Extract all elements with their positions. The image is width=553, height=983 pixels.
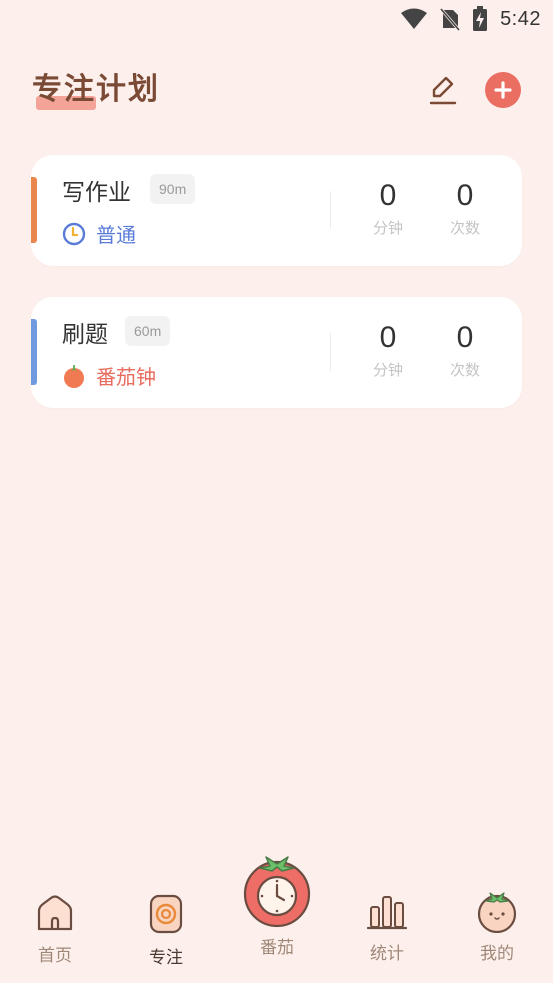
nav-item-focus[interactable]: 专注 bbox=[126, 893, 206, 968]
plus-icon bbox=[494, 81, 512, 99]
plan-card[interactable]: 刷题 60m 番茄钟 0 分钟 0 次数 bbox=[31, 297, 522, 408]
plan-card[interactable]: 写作业 90m 普通 0 分钟 0 次数 bbox=[31, 155, 522, 266]
page-title: 专注计划 bbox=[32, 68, 160, 112]
plan-duration-badge: 90m bbox=[150, 174, 196, 204]
profile-icon bbox=[477, 892, 517, 933]
header: 专注计划 bbox=[32, 68, 521, 112]
count-value: 0 bbox=[456, 179, 474, 212]
minutes-stat: 0 分钟 bbox=[358, 177, 418, 238]
card-divider bbox=[330, 191, 331, 229]
count-label: 次数 bbox=[449, 219, 480, 237]
wifi-icon bbox=[401, 8, 428, 29]
add-plan-button[interactable] bbox=[485, 72, 521, 108]
status-bar: 5:42 bbox=[0, 0, 553, 40]
nav-item-profile[interactable]: 我的 bbox=[457, 889, 537, 964]
minutes-stat: 0 分钟 bbox=[358, 319, 418, 380]
nav-label-stats: 统计 bbox=[370, 944, 404, 964]
nav-label-profile: 我的 bbox=[480, 944, 514, 964]
no-sim-icon bbox=[440, 8, 461, 31]
plan-duration-badge: 60m bbox=[125, 316, 171, 346]
page-title-text: 专注计划 bbox=[32, 72, 160, 107]
plan-mode: 普通 bbox=[62, 219, 136, 248]
tomato-timer-icon bbox=[243, 856, 311, 928]
minutes-label: 分钟 bbox=[372, 219, 403, 237]
nav-item-tomato[interactable]: 番茄 bbox=[237, 851, 317, 958]
stats-icon bbox=[366, 896, 408, 930]
count-label: 次数 bbox=[449, 361, 480, 379]
status-icons: 5:42 bbox=[400, 6, 541, 32]
count-value: 0 bbox=[456, 321, 474, 354]
nav-item-home[interactable]: 首页 bbox=[15, 893, 95, 966]
plan-mode-label: 普通 bbox=[96, 223, 136, 247]
nav-item-stats[interactable]: 统计 bbox=[347, 891, 427, 964]
plan-name: 刷题 bbox=[62, 322, 108, 348]
tomato-icon bbox=[64, 364, 84, 388]
plan-mode: 番茄钟 bbox=[62, 361, 156, 390]
card-accent-bar bbox=[31, 177, 37, 243]
bottom-nav: 首页 专注 番茄 统计 我的 bbox=[0, 853, 553, 983]
count-stat: 0 次数 bbox=[435, 319, 495, 380]
minutes-value: 0 bbox=[379, 321, 397, 354]
nav-label-focus: 专注 bbox=[149, 948, 183, 968]
minutes-label: 分钟 bbox=[372, 361, 403, 379]
nav-label-tomato: 番茄 bbox=[260, 938, 294, 958]
edit-button[interactable] bbox=[425, 72, 461, 108]
nav-label-home: 首页 bbox=[38, 946, 72, 966]
status-time: 5:42 bbox=[500, 7, 541, 30]
card-accent-bar bbox=[31, 319, 37, 385]
minutes-value: 0 bbox=[379, 179, 397, 212]
clock-icon bbox=[62, 222, 86, 245]
plan-name: 写作业 bbox=[62, 180, 131, 206]
pencil-icon bbox=[429, 76, 457, 105]
card-divider bbox=[330, 333, 331, 371]
home-icon bbox=[37, 895, 73, 931]
focus-icon bbox=[149, 894, 183, 934]
battery-icon bbox=[473, 6, 488, 31]
count-stat: 0 次数 bbox=[435, 177, 495, 238]
plan-mode-label: 番茄钟 bbox=[96, 365, 156, 389]
